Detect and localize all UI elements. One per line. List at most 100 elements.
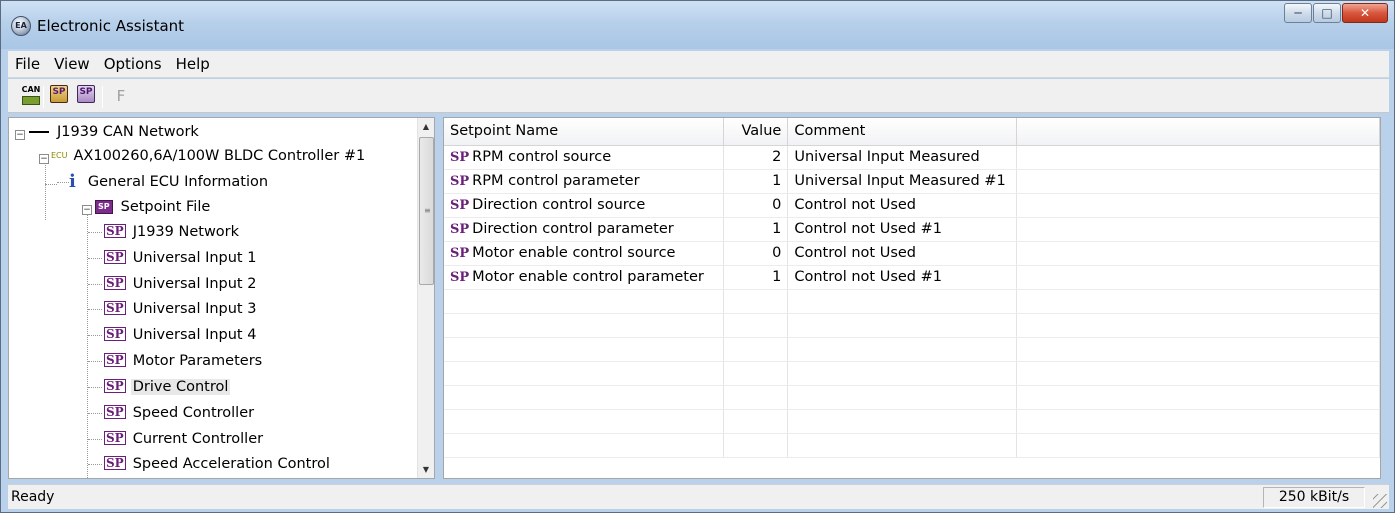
setpoint-name-cell[interactable]: SP RPM control source [444,145,725,170]
scroll-thumb[interactable]: ≡ [419,137,434,285]
tree-node-label: General ECU Information [87,174,269,190]
setpoint-value[interactable]: 1 [723,265,789,290]
tree-line [88,308,102,310]
tree-node-setpoint-file[interactable]: − SP Setpoint File [82,195,212,219]
setpoint-value[interactable]: 0 [723,193,789,218]
can-connect-button[interactable]: CAN [20,85,42,107]
tree-line [88,231,102,233]
scroll-up-icon[interactable]: ▲ [418,118,434,135]
setpoint-name-cell[interactable]: SP Motor enable control parameter [444,265,725,290]
setpoint-name-cell[interactable]: SP Motor enable control source [444,241,725,266]
tree-node-label: J1939 CAN Network [57,124,199,140]
tree-node-ecu[interactable]: − ECU AX100260,6A/100W BLDC Controller #1 [39,144,367,168]
empty-cell [1016,265,1380,290]
setpoint-name: Motor enable control parameter [472,269,704,285]
tree-line [88,257,102,259]
setpoint-value[interactable]: 0 [723,241,789,266]
menu-options[interactable]: Options [97,51,169,78]
empty-cell [1016,169,1380,194]
table-row[interactable]: SP Direction control parameter 1 Control … [444,217,1380,242]
empty-cell [1016,241,1380,266]
column-header-setpoint-name[interactable]: Setpoint Name [444,118,725,146]
empty-cell [1016,193,1380,218]
flash-button[interactable]: F [110,85,132,107]
setpoint-value[interactable]: 1 [723,169,789,194]
sp-icon: SP [104,250,126,264]
sp-icon: SP [104,301,126,315]
setpoint-name-cell[interactable]: SP Direction control source [444,193,725,218]
setpoint-name: Motor enable control source [472,245,676,261]
tree-line [45,160,46,220]
sp-icon: SP [104,456,126,470]
ecu-tree[interactable]: − J1939 CAN Network − ECU AX100260,6A/100W … [8,117,435,479]
tree-node-general-info[interactable]: i General ECU Information [57,170,270,194]
window-title: Electronic Assistant [37,17,185,35]
open-setpoint-button[interactable]: SP [50,85,68,103]
column-header-value[interactable]: Value [723,118,789,146]
status-text: Ready [11,489,55,505]
minimize-icon[interactable]: ─ [1284,3,1312,23]
tree-node-setpoint-item[interactable]: SP Current Controller [88,427,265,451]
tree-node-setpoint-item[interactable]: SP J1939 Network [88,220,241,244]
tree-node-setpoint-item[interactable]: SP Universal Input 2 [88,272,258,296]
tree-node-setpoint-item[interactable]: SP Universal Input 1 [88,246,258,270]
save-setpoint-button[interactable]: SP [77,85,95,103]
resize-grip-icon[interactable] [1373,494,1387,508]
setpoint-name: RPM control parameter [472,173,640,189]
table-row[interactable]: SP Motor enable control parameter 1 Contr… [444,265,1380,290]
empty-row [444,313,1380,338]
tree-line [57,181,69,183]
table-header-row: Setpoint Name Value Comment [444,118,1380,146]
tree-node-label: Current Controller [132,431,264,447]
empty-row [444,361,1380,386]
sp-icon: SP [104,353,126,367]
app-icon: EA [11,16,31,36]
table-row[interactable]: SP Motor enable control source 0 Control … [444,241,1380,266]
info-icon: i [69,171,76,192]
close-icon[interactable]: ✕ [1342,3,1388,23]
tree-scrollbar[interactable]: ▲ ≡ ▼ [417,118,434,478]
menu-file[interactable]: File [8,51,47,78]
tree-node-label: Universal Input 1 [132,250,257,266]
sp-icon: SP [450,246,470,261]
table-row[interactable]: SP Direction control source 0 Control not… [444,193,1380,218]
setpoint-value[interactable]: 2 [723,145,789,170]
tree-line [88,283,102,285]
setpoint-name-cell[interactable]: SP RPM control parameter [444,169,725,194]
maximize-icon[interactable]: □ [1313,3,1341,23]
menu-view[interactable]: View [47,51,97,78]
tree-node-setpoint-item[interactable]: SP Universal Input 3 [88,297,258,321]
menu-help[interactable]: Help [169,51,217,78]
main-window: EA Electronic Assistant ─ □ ✕ File View Op… [0,0,1395,513]
tree-node-setpoint-item[interactable]: SP Universal Input 4 [88,323,258,347]
tree-node-setpoint-item[interactable]: SP Speed Controller [88,401,256,425]
tree-node-label: Drive Control [130,379,231,395]
collapse-icon[interactable]: − [15,130,25,140]
tree-node-setpoint-item-selected[interactable]: SP Drive Control [88,375,231,399]
tree-node-label: Setpoint File [120,199,211,215]
setpoint-value[interactable]: 1 [723,217,789,242]
baud-rate-panel: 250 kBit/s [1263,487,1365,508]
tree-node-setpoint-item[interactable]: SP Motor Parameters [88,349,264,373]
collapse-icon[interactable]: − [39,154,49,164]
tree-node-label: J1939 Network [132,224,240,240]
tree-node-setpoint-item[interactable]: SP Speed Acceleration Control [88,452,332,476]
table-row[interactable]: SP RPM control parameter 1 Universal Inpu… [444,169,1380,194]
sp-icon: SP [104,431,126,445]
window-controls: ─ □ ✕ [1283,3,1388,29]
network-line-icon [29,131,49,133]
empty-cell [1016,217,1380,242]
table-row[interactable]: SP RPM control source 2 Universal Input M… [444,145,1380,170]
tree-node-network[interactable]: − J1939 CAN Network [15,120,201,144]
empty-row [444,289,1380,314]
sp-icon: SP [450,174,470,189]
setpoint-name-cell[interactable]: SP Direction control parameter [444,217,725,242]
collapse-icon[interactable]: − [82,205,92,215]
empty-row [444,409,1380,434]
scroll-down-icon[interactable]: ▼ [418,461,434,478]
setpoint-grid[interactable]: Setpoint Name Value Comment SP RPM contro… [443,117,1381,479]
tree-node-label: Speed Acceleration Control [132,456,330,472]
title-bar[interactable]: EA Electronic Assistant ─ □ ✕ [1,1,1394,49]
column-header-comment[interactable]: Comment [787,118,1018,146]
empty-row [444,337,1380,362]
